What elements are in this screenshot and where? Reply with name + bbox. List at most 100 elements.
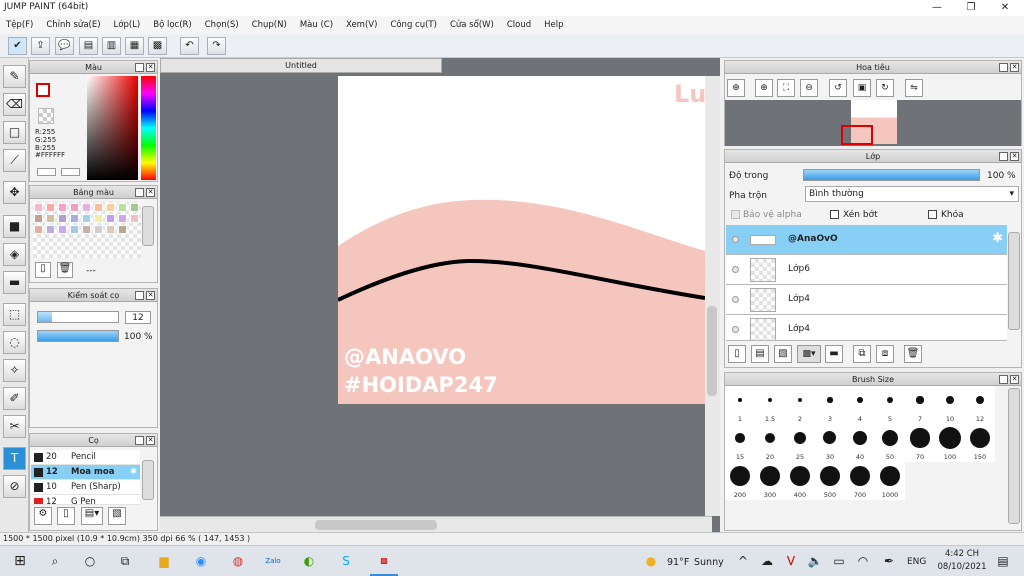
file-explorer-icon[interactable]: ▆	[155, 552, 173, 570]
weather-temp[interactable]: 91°F	[667, 557, 689, 568]
brush-size-option[interactable]: 10	[935, 386, 965, 424]
palette-swatch[interactable]	[118, 214, 127, 223]
brush-size-option[interactable]: 70	[905, 424, 935, 462]
brush-size-input[interactable]: 12	[125, 311, 151, 324]
clock-time[interactable]: 4:42 CH	[938, 549, 986, 559]
canvas-vertical-scrollbar[interactable]	[705, 76, 720, 516]
color-mode-button-2[interactable]	[61, 168, 80, 176]
zoom-fit-icon[interactable]: ⊕	[727, 79, 745, 97]
delete-layer-icon[interactable]: 🗑	[904, 345, 922, 363]
pen-icon[interactable]: ✒	[880, 552, 898, 570]
palette-swatch[interactable]	[70, 214, 79, 223]
panel-float-icon[interactable]	[135, 436, 144, 445]
menu-edit[interactable]: Chỉnh sửa(E)	[46, 20, 100, 30]
notification-icon[interactable]: ▤	[994, 552, 1012, 570]
panel-close-icon[interactable]: ✕	[146, 63, 155, 72]
palette-swatch[interactable]	[34, 214, 43, 223]
brush-item-selected[interactable]: 12 Moa moa ✱	[31, 465, 140, 480]
close-button[interactable]: ✕	[988, 0, 1022, 16]
brush-size-option[interactable]: 3	[815, 386, 845, 424]
palette-scrollbar[interactable]	[142, 206, 154, 246]
new-layer-icon[interactable]: ▯	[728, 345, 746, 363]
lasso-icon[interactable]: ◌	[3, 331, 26, 354]
panel-close-icon[interactable]: ✕	[146, 291, 155, 300]
magic-wand-icon[interactable]: ✧	[3, 359, 26, 382]
layer-row-selected[interactable]: @AnaOvO ✱	[726, 225, 1007, 255]
brush-size-option[interactable]: 400	[785, 462, 815, 500]
palette-swatch[interactable]	[130, 214, 139, 223]
brush-size-option[interactable]: 20	[755, 424, 785, 462]
layer-visibility-icon[interactable]	[732, 326, 739, 333]
palette-swatch[interactable]	[82, 225, 91, 234]
brush-size-option[interactable]: 100	[935, 424, 965, 462]
palette-swatch[interactable]	[58, 214, 67, 223]
new-palette-icon[interactable]: ▯	[35, 262, 51, 278]
palette-swatch[interactable]	[106, 225, 115, 234]
grid-icon[interactable]: ▩	[148, 37, 167, 55]
menu-tools[interactable]: Công cụ(T)	[390, 20, 437, 30]
task-view-icon[interactable]: ⧉	[116, 552, 134, 570]
zoom-out-icon[interactable]: ⊖	[800, 79, 818, 97]
brush-size-option[interactable]: 150	[965, 424, 995, 462]
palette-swatch[interactable]	[58, 225, 67, 234]
color-mode-button[interactable]	[37, 168, 56, 176]
protect-alpha-checkbox[interactable]	[731, 210, 740, 219]
language-indicator[interactable]: ENG	[907, 557, 926, 567]
palette-swatch[interactable]	[82, 203, 91, 212]
canvas-horizontal-scrollbar[interactable]	[160, 516, 712, 532]
brush-size-option[interactable]: 4	[845, 386, 875, 424]
menu-filter[interactable]: Bộ lọc(R)	[153, 20, 192, 30]
brush-item[interactable]: 20 Pencil	[31, 450, 140, 465]
maximize-button[interactable]: ❐	[954, 0, 988, 16]
windows-start-icon[interactable]: ⊞	[11, 552, 29, 570]
primary-color-swatch[interactable]	[36, 83, 50, 97]
palette-swatch[interactable]	[94, 225, 103, 234]
lock-checkbox[interactable]	[928, 210, 937, 219]
chrome-icon[interactable]: ◍	[229, 552, 247, 570]
rotate-right-icon[interactable]: ↻	[876, 79, 894, 97]
navigator-preview[interactable]	[725, 100, 1021, 146]
comment-icon[interactable]: 💬	[55, 37, 74, 55]
copy-layer-icon[interactable]: ▧	[774, 345, 792, 363]
marquee-icon[interactable]: ⬚	[3, 303, 26, 326]
page-icon[interactable]: ▦	[125, 37, 144, 55]
document-tab[interactable]: Untitled	[160, 58, 442, 73]
brush-size-option[interactable]: 1.5	[755, 386, 785, 424]
search-icon[interactable]: ⌕	[46, 552, 64, 570]
brush-size-option[interactable]: 5	[875, 386, 905, 424]
layer-settings-icon[interactable]: ✱	[992, 231, 1003, 246]
menu-color[interactable]: Màu (C)	[300, 20, 333, 30]
saturation-value-picker[interactable]	[87, 76, 138, 180]
brush-size-option[interactable]: 40	[845, 424, 875, 462]
drawing-canvas[interactable]: @ANAOVO #HOIDAP247 Lu	[338, 76, 705, 404]
brush-size-option[interactable]: 25	[785, 424, 815, 462]
palette-swatch[interactable]	[46, 203, 55, 212]
brush-size-option[interactable]: 15	[725, 424, 755, 462]
zoom-frame-icon[interactable]: ⛶	[777, 79, 795, 97]
panel-float-icon[interactable]	[999, 375, 1008, 384]
jump-paint-taskbar-icon[interactable]: ▩	[375, 552, 393, 570]
layer-list-scrollbar[interactable]	[1008, 232, 1020, 330]
panel-close-icon[interactable]: ✕	[146, 188, 155, 197]
layer-type-icon[interactable]: ▩▾	[797, 345, 821, 363]
panel-float-icon[interactable]	[999, 152, 1008, 161]
cortana-icon[interactable]: ○	[81, 552, 99, 570]
new-brush-icon[interactable]: ▯	[57, 507, 75, 525]
share-icon[interactable]: ⇪	[31, 37, 50, 55]
palette-swatch[interactable]	[130, 203, 139, 212]
cloud-icon[interactable]: ☁	[758, 552, 776, 570]
palette-grid[interactable]	[33, 202, 141, 258]
palette-swatch[interactable]	[46, 214, 55, 223]
skype-icon[interactable]: S	[337, 552, 355, 570]
zoom-app-icon[interactable]: ◉	[192, 552, 210, 570]
hue-slider[interactable]	[141, 76, 156, 180]
weather-text[interactable]: Sunny	[694, 557, 724, 568]
brush-list-scrollbar[interactable]	[142, 460, 154, 500]
brush-size-scrollbar[interactable]	[1008, 388, 1020, 524]
palette-swatch[interactable]	[94, 203, 103, 212]
undo-icon[interactable]: ↶	[180, 37, 199, 55]
eyedropper-icon[interactable]: ⊘	[3, 475, 26, 498]
flip-icon[interactable]: ⇋	[905, 79, 923, 97]
menu-capture[interactable]: Chụp(N)	[252, 20, 287, 30]
brush-folder-icon[interactable]: ▤▾	[81, 507, 103, 525]
